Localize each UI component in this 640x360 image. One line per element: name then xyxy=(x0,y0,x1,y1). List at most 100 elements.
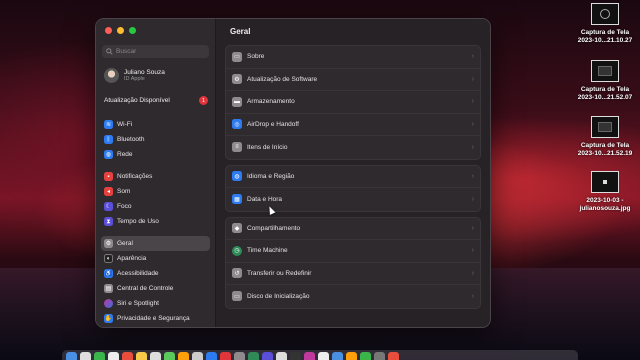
dock-app-icon[interactable] xyxy=(108,352,119,360)
row-sobre[interactable]: ▭ Sobre › xyxy=(226,46,480,69)
row-time-machine[interactable]: ◷ Time Machine › xyxy=(226,240,480,263)
dock-app-icon[interactable] xyxy=(164,352,175,360)
row-compartilhamento[interactable]: ◆ Compartilhamento › xyxy=(226,218,480,240)
row-label: Compartilhamento xyxy=(247,224,301,232)
sidebar-item-label: Central de Controle xyxy=(117,285,174,292)
calendar-clock-icon: ▦ xyxy=(232,194,242,205)
dock-app-icon[interactable] xyxy=(332,352,343,360)
row-armazenamento[interactable]: ▬ Armazenamento › xyxy=(226,91,480,114)
row-idioma-e-regiao[interactable]: ◍ Idioma e Região › xyxy=(226,166,480,188)
chevron-right-icon: › xyxy=(471,292,474,300)
dock-app-icon[interactable] xyxy=(276,352,287,360)
row-atualizacao-de-software[interactable]: ⚙ Atualização de Software › xyxy=(226,69,480,91)
wifi-icon: ≋ xyxy=(104,120,113,129)
settings-group: ◍ Idioma e Região › ▦ Data e Hora › xyxy=(225,164,481,212)
sidebar-item-aparencia[interactable]: ◐ Aparência xyxy=(101,251,210,266)
dock-app-icon[interactable] xyxy=(122,352,133,360)
dock-app-icon[interactable] xyxy=(234,352,245,360)
system-settings-window: Juliano Souza ID Apple Atualização Dispo… xyxy=(95,18,491,328)
desktop-file[interactable]: 2023-10-03 - julianosouza.jpg xyxy=(570,171,640,213)
row-disco-de-inicializacao[interactable]: ▭ Disco de Inicialização › xyxy=(226,285,480,308)
row-label: Time Machine xyxy=(247,247,288,255)
dock-app-icon[interactable] xyxy=(178,352,189,360)
hourglass-icon: ⧗ xyxy=(104,217,113,226)
file-name-line2: 2023-10...21.10.27 xyxy=(577,37,633,44)
software-update-available[interactable]: Atualização Disponível 1 xyxy=(104,96,208,105)
sidebar-item-label: Notificações xyxy=(117,173,153,180)
zoom-button[interactable] xyxy=(129,27,136,34)
desktop-file[interactable]: Captura de Tela 2023-10...21.10.27 xyxy=(570,3,640,45)
file-name-line1: 2023-10-03 - xyxy=(586,197,624,204)
dock-app-icon[interactable] xyxy=(346,352,357,360)
apple-id-account[interactable]: Juliano Souza ID Apple xyxy=(104,68,215,83)
dock-app-icon[interactable] xyxy=(374,352,385,360)
dock-app-icon[interactable] xyxy=(290,352,301,360)
page-title: Geral xyxy=(230,27,251,36)
row-transferir-ou-redefinir[interactable]: ↺ Transferir ou Redefinir › xyxy=(226,263,480,285)
dock-app-icon[interactable] xyxy=(192,352,203,360)
appearance-icon: ◐ xyxy=(104,254,113,263)
sidebar-item-geral[interactable]: ⚙ Geral xyxy=(101,236,210,251)
dock-app-icon[interactable] xyxy=(262,352,273,360)
sidebar-item-acessibilidade[interactable]: ♿ Acessibilidade xyxy=(101,266,210,281)
sidebar-item-wifi[interactable]: ≋ Wi-Fi xyxy=(101,117,210,132)
sidebar-item-som[interactable]: ◂ Som xyxy=(101,184,210,199)
sidebar-item-privacidade-e-seguranca[interactable]: ✋ Privacidade e Segurança xyxy=(101,311,210,326)
time-machine-icon: ◷ xyxy=(232,245,242,256)
accessibility-icon: ♿ xyxy=(104,269,113,278)
globe-flag-icon: ◍ xyxy=(232,171,242,182)
dock-app-icon[interactable] xyxy=(150,352,161,360)
dock-app-icon[interactable] xyxy=(220,352,231,360)
dock-app-icon[interactable] xyxy=(80,352,91,360)
row-label: Data e Hora xyxy=(247,195,283,203)
file-name-line2: 2023-10...21.52.19 xyxy=(577,150,633,157)
user-name: Juliano Souza xyxy=(124,68,165,76)
chevron-right-icon: › xyxy=(471,75,474,83)
sidebar-item-bluetooth[interactable]: ᛒ Bluetooth xyxy=(101,132,210,147)
sidebar-item-central-de-controle[interactable]: ▤ Central de Controle xyxy=(101,281,210,296)
chevron-right-icon: › xyxy=(471,53,474,61)
file-thumbnail-icon xyxy=(591,171,619,193)
dock-app-icon[interactable] xyxy=(388,352,399,360)
dock-app-icon[interactable] xyxy=(136,352,147,360)
close-button[interactable] xyxy=(105,27,112,34)
sidebar-item-label: Bluetooth xyxy=(117,136,145,143)
row-itens-de-inicio[interactable]: ≡ Itens de Início › xyxy=(226,136,480,159)
sidebar-item-tempo-de-uso[interactable]: ⧗ Tempo de Uso xyxy=(101,214,210,229)
dock-app-icon[interactable] xyxy=(248,352,259,360)
sidebar-item-rede[interactable]: ◍ Rede xyxy=(101,147,210,162)
sidebar-item-label: Tempo de Uso xyxy=(117,218,159,225)
search-input[interactable] xyxy=(116,48,206,55)
dock-app-icon[interactable] xyxy=(66,352,77,360)
search-icon xyxy=(106,48,113,55)
chevron-right-icon: › xyxy=(471,98,474,106)
globe-icon: ◍ xyxy=(104,150,113,159)
search-field[interactable] xyxy=(102,45,209,58)
chevron-right-icon: › xyxy=(471,172,474,180)
sidebar-group-network: ≋ Wi-Fi ᛒ Bluetooth ◍ Rede xyxy=(96,117,215,162)
sidebar-item-foco[interactable]: ☾ Foco xyxy=(101,199,210,214)
file-thumbnail-icon xyxy=(591,3,619,25)
sidebar-item-label: Foco xyxy=(117,203,132,210)
minimize-button[interactable] xyxy=(117,27,124,34)
sidebar-item-label: Rede xyxy=(117,151,133,158)
sidebar-item-siri-e-spotlight[interactable]: Siri e Spotlight xyxy=(101,296,210,311)
row-label: Itens de Início xyxy=(247,143,288,151)
dock-app-icon[interactable] xyxy=(304,352,315,360)
sidebar-item-label: Acessibilidade xyxy=(117,270,159,277)
row-airdrop-e-handoff[interactable]: ◎ AirDrop e Handoff › xyxy=(226,114,480,136)
sidebar-item-notificacoes[interactable]: ▪ Notificações xyxy=(101,169,210,184)
info-icon: ▭ xyxy=(232,51,242,62)
sidebar-item-label: Wi-Fi xyxy=(117,121,133,128)
desktop-file[interactable]: Captura de Tela 2023-10...21.52.19 xyxy=(570,116,640,158)
update-count-badge: 1 xyxy=(199,96,208,105)
desktop-file[interactable]: Captura de Tela 2023-10...21.52.07 xyxy=(570,60,640,102)
dock-app-icon[interactable] xyxy=(94,352,105,360)
row-data-e-hora[interactable]: ▦ Data e Hora › xyxy=(226,188,480,211)
hand-icon: ✋ xyxy=(104,314,113,323)
dock-app-icon[interactable] xyxy=(206,352,217,360)
dock-app-icon[interactable] xyxy=(318,352,329,360)
dock-app-icon[interactable] xyxy=(360,352,371,360)
moon-icon: ☾ xyxy=(104,202,113,211)
file-thumbnail-icon xyxy=(591,60,619,82)
